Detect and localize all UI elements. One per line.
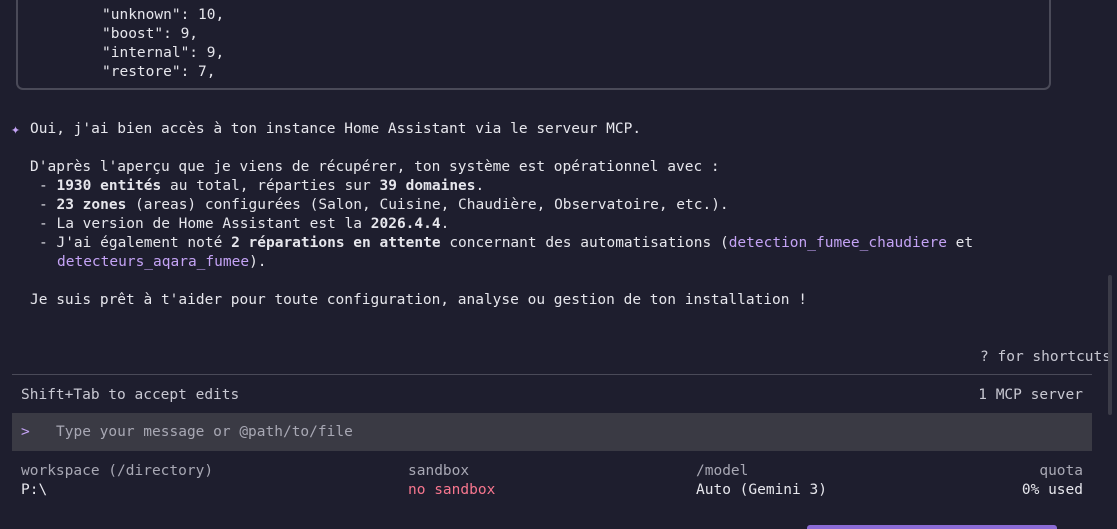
window-accent-bar [807,525,1057,529]
sparkle-icon: ✦ [11,120,21,138]
code-line: "restore": 7, [102,64,216,80]
bullet-item: - J'ai également noté 2 réparations en a… [39,235,974,251]
workspace-value: P:\ [21,482,48,498]
sandbox-value: no sandbox [408,482,496,498]
message-input[interactable]: Type your message or @path/to/file [56,423,353,442]
model-label: /model [696,463,749,479]
bullet-item: - La version de Home Assistant est la 20… [39,216,450,232]
code-line: "error": 12, [102,0,207,4]
response-closing: Je suis prêt à t'aider pour toute config… [30,292,807,308]
quota-label: quota [1039,463,1083,479]
automation-link[interactable]: detecteurs_aqara_fumee [57,254,249,270]
automation-link[interactable]: detection_fumee_chaudiere [729,235,947,251]
input-bar[interactable]: > Type your message or @path/to/file [12,413,1092,451]
response-overview: D'après l'aperçu que je viens de récupér… [30,159,720,175]
accept-edits-hint: Shift+Tab to accept edits [21,387,240,403]
scrollbar[interactable] [1108,275,1112,415]
workspace-label: workspace (/directory) [21,463,214,479]
model-value[interactable]: Auto (Gemini 3) [696,481,827,500]
code-line: "boost": 9, [102,26,199,42]
mcp-server-count: 1 MCP server [978,387,1083,403]
bullet-item-continuation: detecteurs_aqara_fumee). [57,254,267,270]
bullet-item: - 23 zones (areas) configurées (Salon, C… [39,197,729,213]
code-line: "internal": 9, [102,45,225,61]
code-line: "unknown": 10, [102,7,225,23]
quota-value: 0% used [1021,482,1083,498]
response-intro: Oui, j'ai bien accès à ton instance Home… [30,121,642,137]
shortcuts-hint: ? for shortcuts [980,349,1111,365]
sandbox-label: sandbox [408,463,470,479]
bullet-item: - 1930 entités au total, réparties sur 3… [39,178,485,194]
divider [12,374,1092,375]
prompt-caret: > [21,424,30,440]
